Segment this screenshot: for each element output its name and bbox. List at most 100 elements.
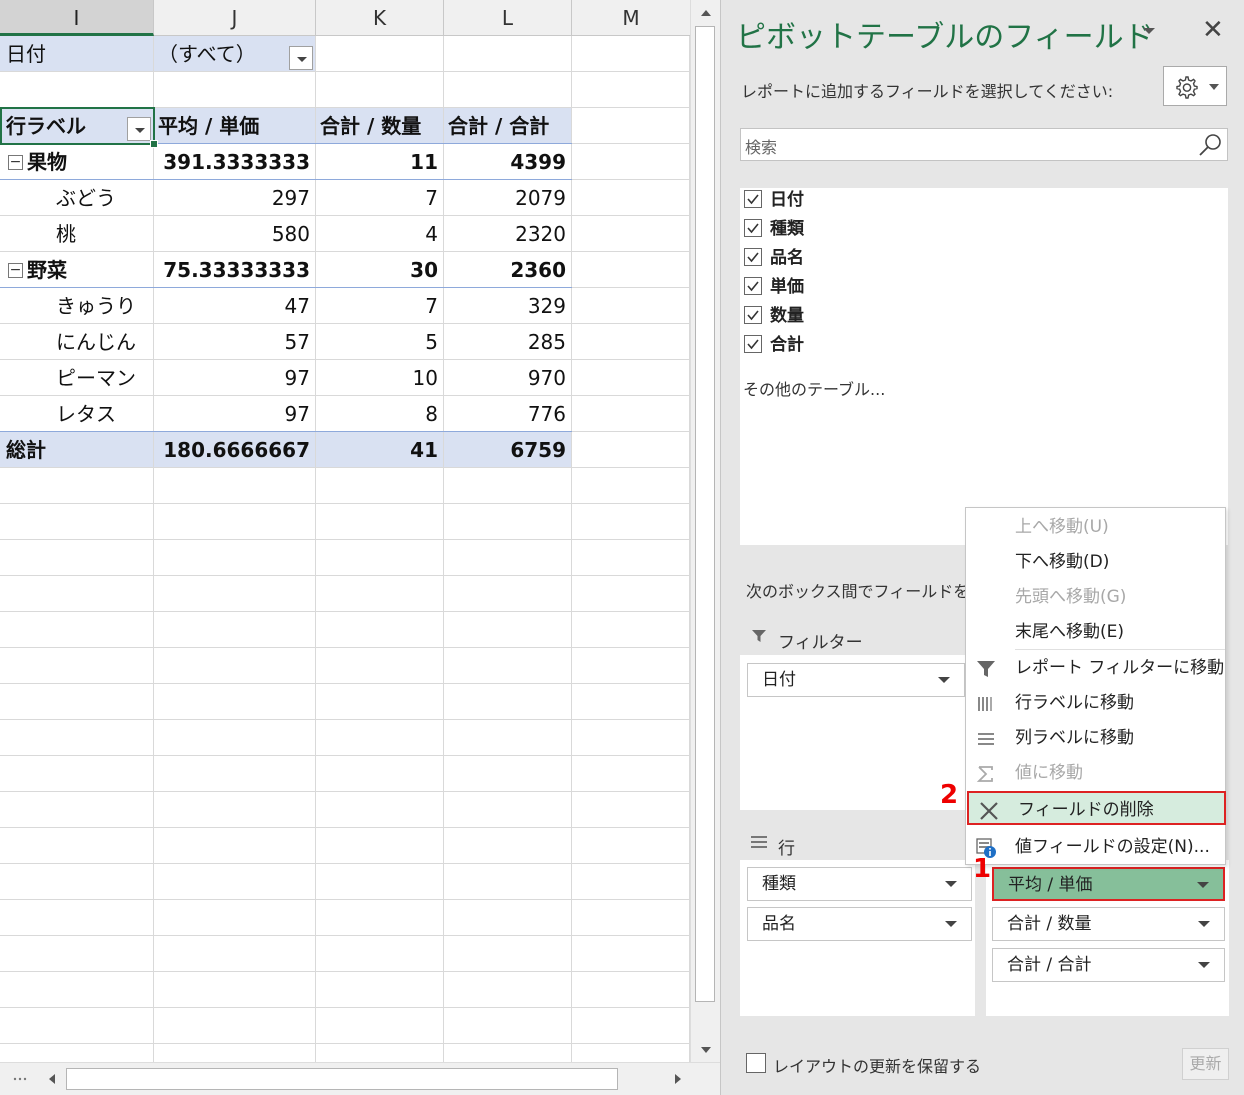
item-row-label: レタス bbox=[56, 396, 152, 432]
grid-line bbox=[0, 503, 690, 504]
filter-dropdown-button[interactable] bbox=[289, 46, 313, 70]
menu-item-label: 値に移動 bbox=[1015, 763, 1083, 783]
field-checkbox[interactable] bbox=[744, 334, 762, 353]
collapse-toggle[interactable]: − bbox=[8, 154, 23, 170]
menu-item-move-to-top[interactable]: 先頭へ移動(G) bbox=[966, 580, 1225, 614]
field-item[interactable]: 数量 bbox=[744, 304, 804, 328]
menu-item-label: 下へ移動(D) bbox=[1015, 552, 1110, 572]
grid-line bbox=[0, 935, 690, 936]
vertical-scroll-thumb[interactable] bbox=[695, 26, 715, 1002]
menu-item-move-down[interactable]: 下へ移動(D) bbox=[966, 545, 1225, 579]
menu-item-move-up[interactable]: 上へ移動(U) bbox=[966, 510, 1225, 544]
horizontal-scrollbar[interactable] bbox=[0, 1062, 720, 1095]
update-button[interactable]: 更新 bbox=[1182, 1048, 1229, 1080]
item-row-label: 桃 bbox=[56, 216, 152, 252]
tools-button[interactable] bbox=[1163, 66, 1227, 106]
menu-item-move-to-end[interactable]: 末尾へ移動(E) bbox=[966, 615, 1225, 649]
scroll-down-arrow-icon[interactable] bbox=[696, 1040, 716, 1060]
vertical-scrollbar[interactable] bbox=[690, 0, 720, 1062]
field-item[interactable]: 品名 bbox=[744, 246, 804, 270]
field-label: 品名 bbox=[770, 248, 804, 268]
column-header-k[interactable]: K bbox=[316, 0, 444, 36]
field-checkbox[interactable] bbox=[744, 305, 762, 324]
menu-item-move-to-values[interactable]: 値に移動 bbox=[966, 756, 1225, 790]
grid-line bbox=[0, 647, 690, 648]
grand-total-label: 総計 bbox=[6, 438, 46, 462]
menu-item-value-field-settings[interactable]: 値フィールドの設定(N)... bbox=[966, 830, 1225, 864]
menu-item-label: フィールドの削除 bbox=[1018, 800, 1154, 820]
item-row-label: ピーマン bbox=[56, 360, 152, 396]
column-header-l[interactable]: L bbox=[444, 0, 572, 36]
menu-item-move-to-row-labels[interactable]: 行ラベルに移動 bbox=[966, 686, 1225, 720]
column-header-bar: I J K L M bbox=[0, 0, 690, 36]
field-label: 種類 bbox=[770, 219, 804, 239]
menu-item-move-to-column-labels[interactable]: 列ラベルに移動 bbox=[966, 721, 1225, 755]
close-icon[interactable]: ✕ bbox=[1202, 17, 1224, 43]
grid-line bbox=[0, 863, 690, 864]
column-header-i[interactable]: I bbox=[0, 0, 154, 36]
grid-line bbox=[0, 791, 690, 792]
filter-field-value: （すべて） bbox=[158, 42, 256, 66]
avg-price-value: 580 bbox=[271, 222, 310, 246]
rows-area-field-name[interactable]: 品名 bbox=[747, 907, 972, 941]
sum-qty-value: 4 bbox=[425, 222, 438, 246]
menu-item-label: 末尾へ移動(E) bbox=[1015, 622, 1125, 642]
field-checkbox[interactable] bbox=[744, 247, 762, 266]
grid-line bbox=[0, 611, 690, 612]
menu-item-label: 行ラベルに移動 bbox=[1015, 693, 1134, 713]
rows-area-field-type[interactable]: 種類 bbox=[747, 867, 972, 901]
checkmark-icon bbox=[747, 251, 759, 262]
filter-icon bbox=[752, 630, 766, 642]
item-row-label: にんじん bbox=[56, 324, 152, 360]
sigma-icon bbox=[976, 766, 993, 782]
avg-price-value: 97 bbox=[284, 366, 310, 390]
values-area-field-avg-price[interactable]: 平均 / 単価 bbox=[992, 867, 1225, 901]
filter-area-field[interactable]: 日付 bbox=[747, 663, 965, 697]
field-item[interactable]: 単価 bbox=[744, 275, 804, 299]
field-search-box[interactable]: 検索 bbox=[740, 128, 1228, 161]
filter-field-label: 日付 bbox=[6, 42, 46, 66]
chevron-down-icon bbox=[938, 677, 950, 683]
defer-update-checkbox[interactable] bbox=[746, 1053, 766, 1073]
filter-icon bbox=[977, 661, 995, 677]
field-checkbox[interactable] bbox=[744, 276, 762, 295]
other-tables-link[interactable]: その他のテーブル... bbox=[743, 376, 885, 400]
collapse-toggle[interactable]: − bbox=[8, 262, 23, 278]
avg-price-value: 297 bbox=[271, 186, 310, 210]
scroll-left-arrow-icon[interactable] bbox=[42, 1069, 62, 1089]
horizontal-scroll-thumb[interactable] bbox=[66, 1068, 618, 1090]
menu-item-label: レポート フィルターに移動 bbox=[1015, 658, 1225, 678]
remove-x-icon bbox=[980, 802, 998, 820]
sum-qty-value: 11 bbox=[410, 150, 438, 174]
scroll-split-icon[interactable] bbox=[10, 1069, 30, 1089]
column-header-m[interactable]: M bbox=[572, 0, 690, 36]
avg-price-value: 47 bbox=[284, 294, 310, 318]
search-icon[interactable] bbox=[1197, 132, 1223, 158]
pill-label: 合計 / 数量 bbox=[1007, 914, 1092, 934]
field-checkbox[interactable] bbox=[744, 218, 762, 237]
spreadsheet: I J K L M 日付 （すべて） 行ラベル 平均 / 単価 合計 / 数量 … bbox=[0, 0, 720, 1095]
pane-options-chevron-down-icon[interactable] bbox=[1142, 26, 1156, 36]
scroll-up-arrow-icon[interactable] bbox=[696, 3, 716, 23]
group-row-label: − 果物 bbox=[8, 144, 148, 180]
scroll-right-arrow-icon[interactable] bbox=[668, 1069, 688, 1089]
defer-update-label: レイアウトの更新を保留する bbox=[773, 1057, 982, 1076]
sum-qty-value: 10 bbox=[412, 366, 438, 390]
chevron-down-icon bbox=[1209, 84, 1219, 90]
field-item[interactable]: 合計 bbox=[744, 333, 804, 357]
values-area-field-sum-total[interactable]: 合計 / 合計 bbox=[992, 948, 1225, 982]
column-header-j[interactable]: J bbox=[154, 0, 316, 36]
menu-item-remove-field[interactable]: フィールドの削除 bbox=[967, 791, 1226, 825]
field-checkbox[interactable] bbox=[744, 189, 762, 208]
field-item[interactable]: 日付 bbox=[744, 188, 804, 212]
menu-item-move-to-report-filter[interactable]: レポート フィルターに移動 bbox=[966, 651, 1225, 685]
rows-area[interactable]: 種類 品名 bbox=[740, 860, 975, 1016]
values-area[interactable]: 平均 / 単価 合計 / 数量 合計 / 合計 bbox=[986, 860, 1229, 1016]
menu-item-label: 列ラベルに移動 bbox=[1015, 728, 1134, 748]
avg-price-value: 391.3333333 bbox=[163, 150, 310, 174]
field-item[interactable]: 種類 bbox=[744, 217, 804, 241]
cell-grid[interactable]: 日付 （すべて） 行ラベル 平均 / 単価 合計 / 数量 合計 / 合計 − 果… bbox=[0, 36, 690, 1062]
values-area-field-sum-qty[interactable]: 合計 / 数量 bbox=[992, 907, 1225, 941]
grid-line bbox=[0, 539, 690, 540]
row-label-text: ピーマン bbox=[56, 366, 136, 390]
